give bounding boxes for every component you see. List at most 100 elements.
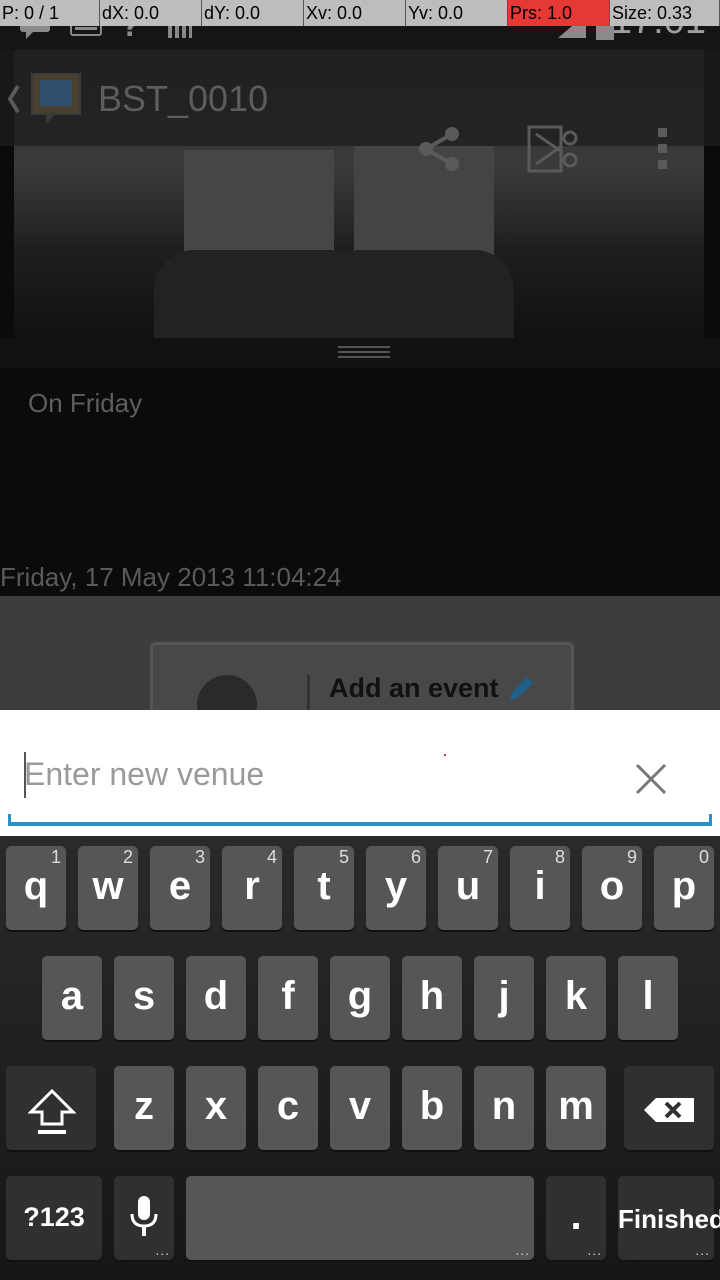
- debug-xv: Xv: 0.0: [304, 0, 406, 26]
- handle-line: [338, 351, 390, 353]
- key-label: g: [347, 974, 373, 1018]
- drag-handle[interactable]: [0, 338, 720, 368]
- key-a[interactable]: a: [42, 956, 102, 1040]
- overflow-menu-icon[interactable]: [656, 126, 670, 172]
- key-z[interactable]: z: [114, 1066, 174, 1150]
- key-h[interactable]: h: [402, 956, 462, 1040]
- symbols-key[interactable]: ?123: [6, 1176, 102, 1260]
- app-title: BST_0010: [98, 78, 269, 119]
- app-logo-icon[interactable]: [26, 70, 86, 128]
- key-label: b: [419, 1084, 445, 1128]
- timestamp: Friday, 17 May 2013 11:04:24: [0, 562, 342, 592]
- debug-dy: dY: 0.0: [202, 0, 304, 26]
- key-f[interactable]: f: [258, 956, 318, 1040]
- space-key[interactable]: ...: [186, 1176, 534, 1260]
- key-e[interactable]: e3: [150, 846, 210, 930]
- microphone-icon: [130, 1196, 158, 1236]
- key-hint: 8: [554, 847, 565, 867]
- clear-icon[interactable]: [634, 762, 668, 796]
- key-k[interactable]: k: [546, 956, 606, 1040]
- key-label: n: [491, 1084, 517, 1128]
- key-more-indicator: ...: [695, 1242, 710, 1258]
- key-label: .: [570, 1194, 582, 1238]
- backspace-icon: [644, 1098, 694, 1122]
- key-hint: 3: [194, 847, 205, 867]
- shift-key[interactable]: [6, 1066, 96, 1150]
- key-u[interactable]: u7: [438, 846, 498, 930]
- action-bar: BST_0010: [0, 50, 720, 173]
- key-n[interactable]: n: [474, 1066, 534, 1150]
- key-label: t: [317, 864, 331, 908]
- key-label: Finished: [618, 1204, 720, 1234]
- handle-line: [338, 356, 390, 358]
- key-label: s: [132, 974, 156, 1018]
- backspace-key[interactable]: [624, 1066, 714, 1150]
- key-t[interactable]: t5: [294, 846, 354, 930]
- handle-line: [338, 346, 390, 348]
- venue-input[interactable]: [24, 750, 584, 798]
- key-hint: 6: [410, 847, 421, 867]
- key-hint: 1: [50, 847, 61, 867]
- key-g[interactable]: g: [330, 956, 390, 1040]
- key-x[interactable]: x: [186, 1066, 246, 1150]
- key-label: ?123: [23, 1202, 85, 1232]
- key-label: a: [60, 974, 84, 1018]
- card-divider: [307, 675, 310, 710]
- key-hint: 0: [698, 847, 709, 867]
- period-key[interactable]: ....: [546, 1176, 606, 1260]
- key-label: y: [384, 864, 408, 908]
- key-o[interactable]: o9: [582, 846, 642, 930]
- key-hint: 4: [266, 847, 277, 867]
- touch-point-marker: [444, 754, 446, 756]
- debug-pressure: Prs: 1.0: [508, 0, 610, 26]
- debug-size: Size: 0.33: [610, 0, 720, 26]
- key-label: p: [671, 864, 697, 908]
- key-label: c: [276, 1084, 300, 1128]
- key-j[interactable]: j: [474, 956, 534, 1040]
- key-label: o: [599, 864, 625, 908]
- voice-input-key[interactable]: ...: [114, 1176, 174, 1260]
- key-r[interactable]: r4: [222, 846, 282, 930]
- key-label: z: [134, 1084, 154, 1128]
- add-event-card[interactable]: Add an event: [150, 642, 574, 710]
- key-y[interactable]: y6: [366, 846, 426, 930]
- key-label: m: [558, 1084, 594, 1128]
- key-b[interactable]: b: [402, 1066, 462, 1150]
- key-label: l: [642, 974, 654, 1018]
- key-l[interactable]: l: [618, 956, 678, 1040]
- cut-icon[interactable]: [526, 124, 580, 174]
- pointer-location-overlay: P: 0 / 1 dX: 0.0 dY: 0.0 Xv: 0.0 Yv: 0.0…: [0, 0, 720, 26]
- key-hint: 2: [122, 847, 133, 867]
- input-underline-right: [709, 814, 712, 826]
- key-c[interactable]: c: [258, 1066, 318, 1150]
- note-caption: On Friday: [28, 388, 143, 418]
- key-w[interactable]: w2: [78, 846, 138, 930]
- key-label: u: [455, 864, 481, 908]
- key-q[interactable]: q1: [6, 846, 66, 930]
- debug-pointer-count: P: 0 / 1: [0, 0, 100, 26]
- key-more-indicator: ...: [515, 1242, 530, 1258]
- key-s[interactable]: s: [114, 956, 174, 1040]
- location-pin-icon: [197, 675, 257, 710]
- key-label: v: [348, 1084, 372, 1128]
- shift-icon: [28, 1088, 76, 1134]
- key-label: r: [244, 864, 260, 908]
- finished-key[interactable]: Finished...: [618, 1176, 720, 1260]
- key-more-indicator: ...: [587, 1242, 602, 1258]
- key-label: e: [168, 864, 192, 908]
- key-hint: 5: [338, 847, 349, 867]
- key-m[interactable]: m: [546, 1066, 606, 1150]
- back-chevron-icon[interactable]: [6, 84, 22, 114]
- venue-input-panel: [0, 710, 720, 836]
- key-more-indicator: ...: [155, 1242, 170, 1258]
- debug-yv: Yv: 0.0: [406, 0, 508, 26]
- key-i[interactable]: i8: [510, 846, 570, 930]
- key-hint: 7: [482, 847, 493, 867]
- key-label: w: [92, 864, 124, 908]
- key-d[interactable]: d: [186, 956, 246, 1040]
- key-v[interactable]: v: [330, 1066, 390, 1150]
- share-icon[interactable]: [416, 124, 464, 174]
- key-hint: 9: [626, 847, 637, 867]
- key-p[interactable]: p0: [654, 846, 714, 930]
- soft-keyboard: q1 w2 e3 r4 t5 y6 u7 i8 o9 p0 a s d f g …: [0, 836, 720, 1280]
